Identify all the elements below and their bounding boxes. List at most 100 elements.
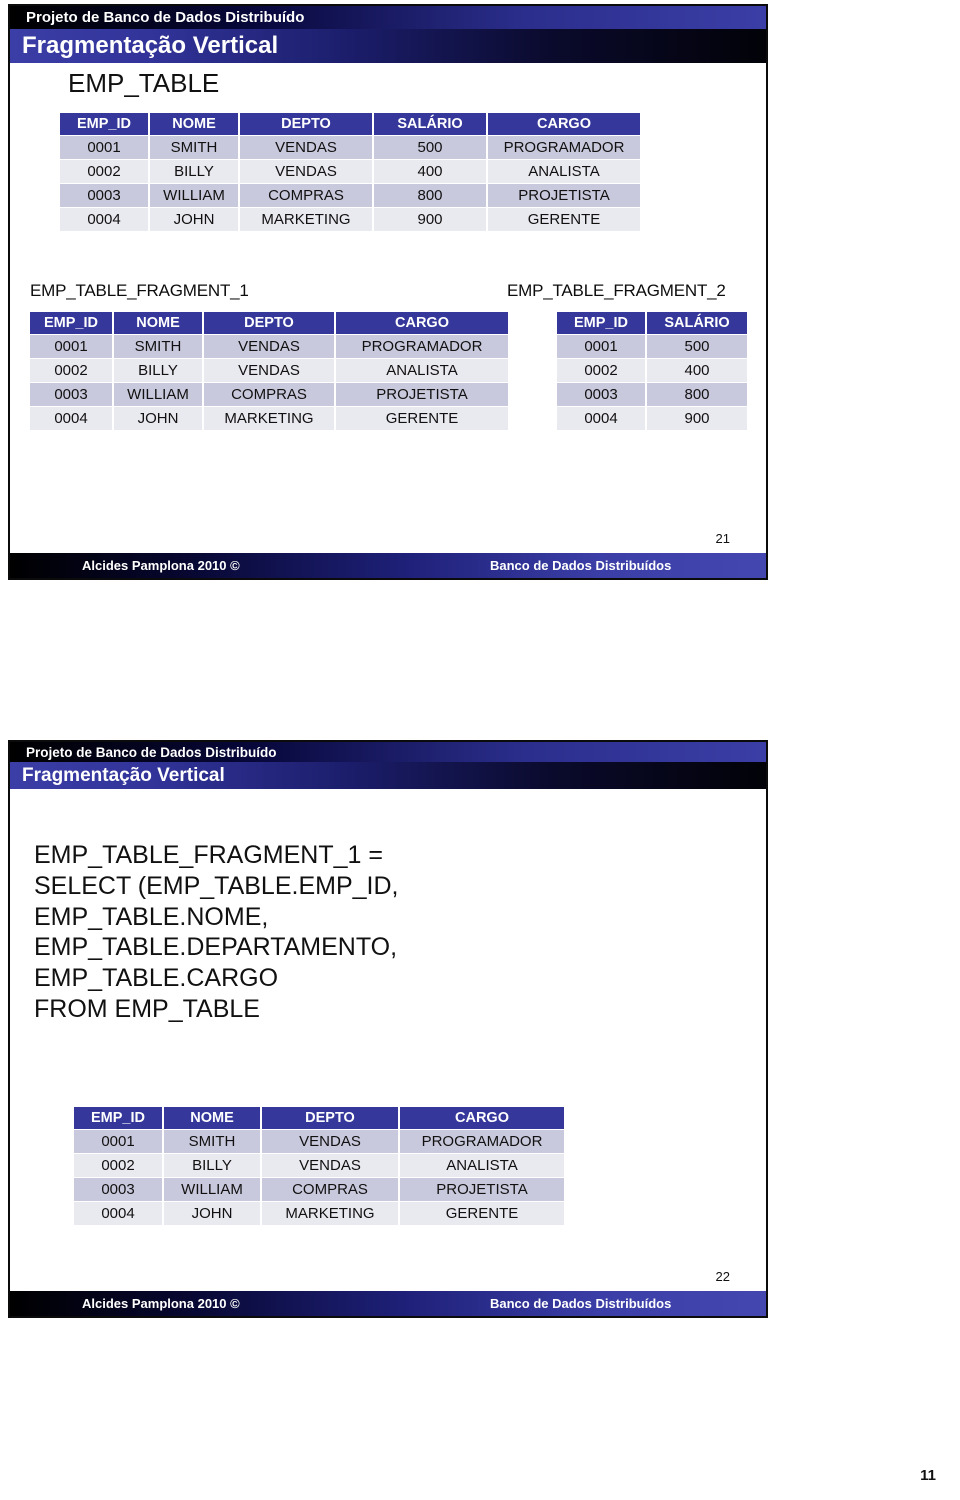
slide-footer-bar: Alcides Pamplona 2010 © Banco de Dados D… bbox=[10, 553, 766, 578]
cell-emp-id: 0004 bbox=[557, 407, 645, 430]
cell-emp-id: 0003 bbox=[557, 383, 645, 406]
slide-vertical-fragmentation-tables: Projeto de Banco de Dados Distribuído Fr… bbox=[8, 4, 768, 580]
cell-emp-id: 0003 bbox=[30, 383, 112, 406]
fragment-1-caption: EMP_TABLE_FRAGMENT_1 bbox=[30, 281, 249, 300]
slide-title-label: Fragmentação Vertical bbox=[22, 32, 279, 59]
cell-nome: BILLY bbox=[164, 1154, 260, 1177]
column-header-nome: NOME bbox=[164, 1107, 260, 1129]
table-row: 0004 JOHN MARKETING GERENTE bbox=[30, 407, 508, 430]
cell-salario: 500 bbox=[647, 335, 747, 358]
cell-emp-id: 0004 bbox=[74, 1202, 162, 1225]
slide-number: 21 bbox=[715, 531, 730, 546]
cell-nome: WILLIAM bbox=[150, 184, 238, 207]
cell-depto: MARKETING bbox=[204, 407, 334, 430]
cell-salario: 800 bbox=[374, 184, 486, 207]
slide-footer-bar: Alcides Pamplona 2010 © Banco de Dados D… bbox=[10, 1291, 766, 1316]
cell-emp-id: 0003 bbox=[60, 184, 148, 207]
fragment-1-table: EMP_ID NOME DEPTO CARGO 0001 SMITH VENDA… bbox=[28, 311, 510, 431]
column-header-emp-id: EMP_ID bbox=[60, 113, 148, 135]
cell-cargo: GERENTE bbox=[336, 407, 508, 430]
cell-nome: BILLY bbox=[114, 359, 202, 382]
cell-salario: 900 bbox=[647, 407, 747, 430]
cell-nome: BILLY bbox=[150, 160, 238, 183]
cell-cargo: GERENTE bbox=[400, 1202, 564, 1225]
cell-nome: JOHN bbox=[164, 1202, 260, 1225]
slide-eyebrow-label: Projeto de Banco de Dados Distribuído bbox=[26, 744, 277, 760]
emp-table: EMP_ID NOME DEPTO SALÁRIO CARGO 0001 SMI… bbox=[58, 112, 642, 232]
footer-author: Alcides Pamplona 2010 © bbox=[82, 1296, 240, 1311]
footer-subject: Banco de Dados Distribuídos bbox=[490, 1296, 672, 1311]
table-row: 0002 BILLY VENDAS 400 ANALISTA bbox=[60, 160, 640, 183]
cell-depto: VENDAS bbox=[240, 136, 372, 159]
column-header-emp-id: EMP_ID bbox=[557, 312, 645, 334]
column-header-nome: NOME bbox=[150, 113, 238, 135]
cell-emp-id: 0004 bbox=[30, 407, 112, 430]
table-row: 0001 SMITH VENDAS PROGRAMADOR bbox=[30, 335, 508, 358]
cell-emp-id: 0002 bbox=[557, 359, 645, 382]
cell-nome: WILLIAM bbox=[114, 383, 202, 406]
cell-cargo: ANALISTA bbox=[400, 1154, 564, 1177]
slide-title-label: Fragmentação Vertical bbox=[22, 764, 225, 786]
cell-cargo: PROGRAMADOR bbox=[400, 1130, 564, 1153]
cell-cargo: PROJETISTA bbox=[400, 1178, 564, 1201]
slide-title-bar: Fragmentação Vertical bbox=[10, 29, 766, 63]
slide-eyebrow-bar: Projeto de Banco de Dados Distribuído bbox=[10, 742, 766, 762]
table-row: 0001 500 bbox=[557, 335, 747, 358]
table-row: 0002 BILLY VENDAS ANALISTA bbox=[74, 1154, 564, 1177]
fragment-2-caption: EMP_TABLE_FRAGMENT_2 bbox=[507, 281, 726, 300]
cell-nome: SMITH bbox=[114, 335, 202, 358]
slide-vertical-fragmentation-sql: Projeto de Banco de Dados Distribuído Fr… bbox=[8, 740, 768, 1318]
table-header-row: EMP_ID NOME DEPTO CARGO bbox=[30, 312, 508, 334]
slide-number: 22 bbox=[715, 1269, 730, 1284]
cell-emp-id: 0003 bbox=[74, 1178, 162, 1201]
table-header-row: EMP_ID NOME DEPTO SALÁRIO CARGO bbox=[60, 113, 640, 135]
cell-emp-id: 0002 bbox=[30, 359, 112, 382]
cell-cargo: ANALISTA bbox=[488, 160, 640, 183]
cell-emp-id: 0002 bbox=[74, 1154, 162, 1177]
table-row: 0004 JOHN MARKETING 900 GERENTE bbox=[60, 208, 640, 231]
cell-salario: 400 bbox=[647, 359, 747, 382]
column-header-cargo: CARGO bbox=[488, 113, 640, 135]
column-header-depto: DEPTO bbox=[262, 1107, 398, 1129]
emp-table-caption: EMP_TABLE bbox=[68, 68, 220, 98]
column-header-salario: SALÁRIO bbox=[374, 113, 486, 135]
cell-emp-id: 0002 bbox=[60, 160, 148, 183]
cell-nome: SMITH bbox=[150, 136, 238, 159]
column-header-nome: NOME bbox=[114, 312, 202, 334]
fragment-2-table: EMP_ID SALÁRIO 0001 500 0002 400 0003 80… bbox=[555, 311, 749, 431]
table-row: 0003 WILLIAM COMPRAS PROJETISTA bbox=[74, 1178, 564, 1201]
slide-title-bar: Fragmentação Vertical bbox=[10, 762, 766, 789]
cell-nome: JOHN bbox=[114, 407, 202, 430]
cell-nome: WILLIAM bbox=[164, 1178, 260, 1201]
cell-salario: 500 bbox=[374, 136, 486, 159]
cell-salario: 900 bbox=[374, 208, 486, 231]
column-header-emp-id: EMP_ID bbox=[30, 312, 112, 334]
cell-depto: COMPRAS bbox=[204, 383, 334, 406]
cell-cargo: PROJETISTA bbox=[336, 383, 508, 406]
cell-emp-id: 0004 bbox=[60, 208, 148, 231]
cell-cargo: PROGRAMADOR bbox=[336, 335, 508, 358]
cell-salario: 800 bbox=[647, 383, 747, 406]
cell-cargo: ANALISTA bbox=[336, 359, 508, 382]
sql-result-table: EMP_ID NOME DEPTO CARGO 0001 SMITH VENDA… bbox=[72, 1106, 566, 1226]
cell-emp-id: 0001 bbox=[60, 136, 148, 159]
document-page-number: 11 bbox=[920, 1467, 936, 1484]
table-row: 0001 SMITH VENDAS 500 PROGRAMADOR bbox=[60, 136, 640, 159]
column-header-depto: DEPTO bbox=[240, 113, 372, 135]
cell-depto: VENDAS bbox=[262, 1130, 398, 1153]
cell-nome: SMITH bbox=[164, 1130, 260, 1153]
table-header-row: EMP_ID NOME DEPTO CARGO bbox=[74, 1107, 564, 1129]
cell-depto: VENDAS bbox=[204, 359, 334, 382]
cell-emp-id: 0001 bbox=[30, 335, 112, 358]
column-header-cargo: CARGO bbox=[336, 312, 508, 334]
cell-nome: JOHN bbox=[150, 208, 238, 231]
cell-cargo: PROGRAMADOR bbox=[488, 136, 640, 159]
footer-author: Alcides Pamplona 2010 © bbox=[82, 558, 240, 573]
column-header-emp-id: EMP_ID bbox=[74, 1107, 162, 1129]
table-header-row: EMP_ID SALÁRIO bbox=[557, 312, 747, 334]
cell-depto: MARKETING bbox=[262, 1202, 398, 1225]
slide-eyebrow-label: Projeto de Banco de Dados Distribuído bbox=[26, 9, 305, 26]
column-header-salario: SALÁRIO bbox=[647, 312, 747, 334]
column-header-cargo: CARGO bbox=[400, 1107, 564, 1129]
cell-depto: MARKETING bbox=[240, 208, 372, 231]
